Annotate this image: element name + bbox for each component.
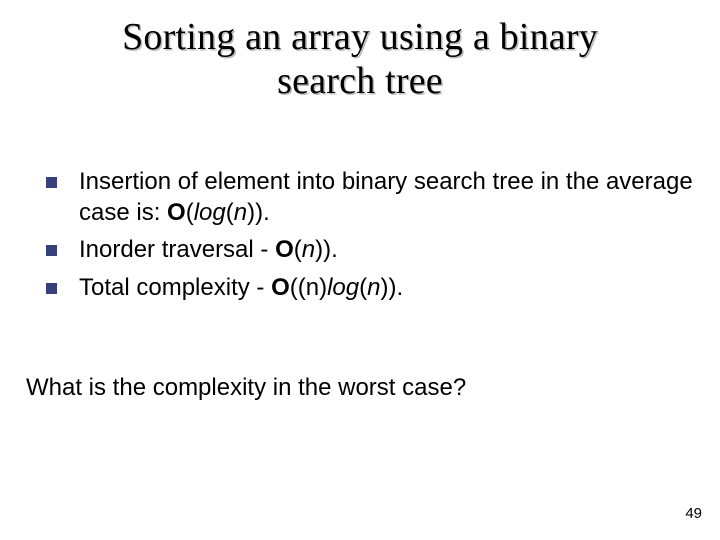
question-text: What is the complexity in the worst case… xyxy=(26,372,700,404)
bullet-text-1: Insertion of element into binary search … xyxy=(79,166,710,228)
page-number: 49 xyxy=(685,505,702,522)
square-bullet-icon xyxy=(46,177,57,188)
bullet-text-2: Inorder traversal - O(n)). xyxy=(79,234,710,265)
slide-body: Insertion of element into binary search … xyxy=(46,166,710,309)
list-item: Insertion of element into binary search … xyxy=(46,166,710,228)
title-line-1: Sorting an array using a binary xyxy=(122,16,598,58)
slide-title: Sorting an array using a binary search t… xyxy=(0,0,720,103)
square-bullet-icon xyxy=(46,283,57,294)
list-item: Total complexity - O((n)log(n)). xyxy=(46,272,710,303)
bullet-list: Insertion of element into binary search … xyxy=(46,166,710,303)
square-bullet-icon xyxy=(46,245,57,256)
title-line-2: search tree xyxy=(277,60,443,102)
list-item: Inorder traversal - O(n)). xyxy=(46,234,710,265)
bullet-text-3: Total complexity - O((n)log(n)). xyxy=(79,272,710,303)
slide: Sorting an array using a binary search t… xyxy=(0,0,720,540)
